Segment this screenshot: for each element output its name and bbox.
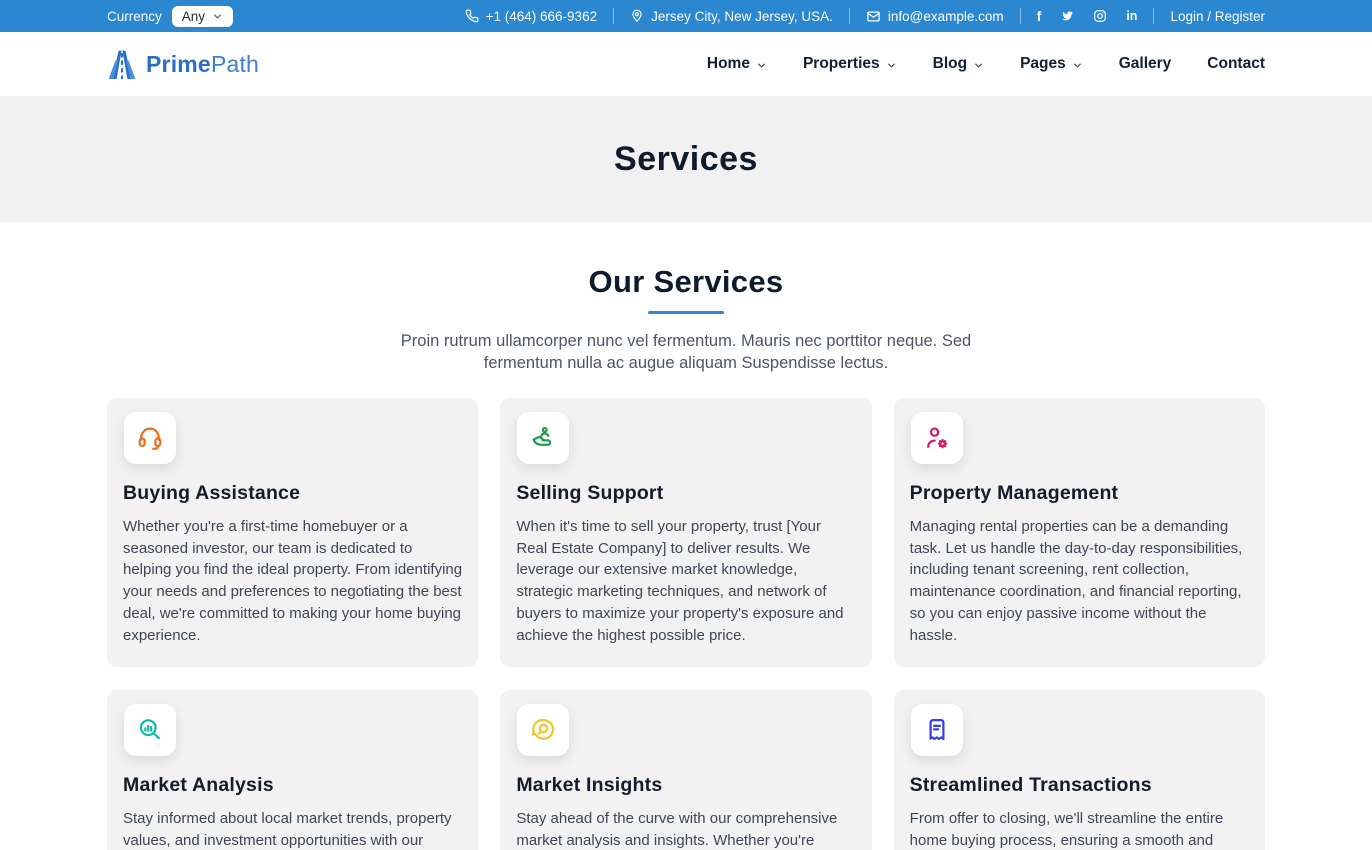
card-body: When it's time to sell your property, tr…	[516, 518, 844, 644]
nav-item-pages[interactable]: Pages	[1020, 55, 1083, 73]
icon-tile	[517, 412, 570, 464]
currency-dropdown[interactable]: Any	[171, 5, 234, 27]
service-card-market-analysis[interactable]: Market Analysis Stay informed about loca…	[107, 690, 479, 850]
page-title: Services	[614, 139, 758, 178]
icon-tile	[910, 704, 963, 757]
service-hand-icon	[532, 426, 552, 446]
service-card-selling-support[interactable]: Selling Support When it's time to sell y…	[500, 398, 872, 668]
site-header: PrimePath Home Properties Blog Pages Gal…	[0, 32, 1372, 96]
insight-search-icon	[532, 719, 555, 741]
phone-number: +1 (464) 666-9362	[485, 8, 598, 24]
search-chart-icon	[139, 719, 160, 740]
card-body: Stay informed about local market trends,…	[123, 810, 452, 849]
receipt-icon	[929, 719, 945, 741]
heading-underline	[648, 311, 724, 314]
headset-icon	[138, 427, 162, 450]
twitter-icon[interactable]	[1060, 9, 1074, 23]
divider	[1019, 8, 1021, 24]
brand-name: PrimePath	[146, 50, 260, 77]
linkedin-icon[interactable]: in	[1126, 10, 1137, 23]
facebook-icon[interactable]: f	[1037, 9, 1042, 23]
divider	[613, 8, 615, 24]
service-card-property-management[interactable]: Property Management Managing rental prop…	[893, 398, 1265, 668]
chevron-down-icon	[887, 63, 895, 67]
road-logo-icon	[108, 50, 136, 79]
currency-value: Any	[181, 8, 206, 24]
brand-logo[interactable]: PrimePath	[107, 46, 259, 82]
icon-tile	[124, 412, 176, 464]
nav-item-blog[interactable]: Blog	[933, 55, 984, 73]
card-body: Managing rental properties can be a dema…	[909, 518, 1243, 644]
section-heading: Our Services	[588, 264, 784, 299]
service-card-buying-assistance[interactable]: Buying Assistance Whether you're a first…	[107, 398, 479, 668]
phone-icon	[465, 9, 479, 23]
section-subtitle: Proin rutrum ullamcorper nunc vel fermen…	[400, 332, 972, 372]
service-cards-grid: Buying Assistance Whether you're a first…	[107, 398, 1265, 850]
divider	[848, 8, 850, 24]
services-section: Our Services Proin rutrum ullamcorper nu…	[0, 222, 1372, 850]
card-title: Buying Assistance	[123, 482, 301, 504]
service-card-market-insights[interactable]: Market Insights Stay ahead of the curve …	[500, 690, 872, 850]
page-banner: Services	[0, 96, 1372, 222]
card-title: Selling Support	[516, 482, 664, 504]
user-gear-icon	[926, 427, 947, 449]
card-title: Property Management	[909, 482, 1119, 504]
divider	[1153, 8, 1155, 24]
card-body: Stay ahead of the curve with our compreh…	[516, 810, 838, 849]
location-text: Jersey City, New Jersey, USA.	[651, 8, 833, 24]
main-nav: Home Properties Blog Pages Gallery Conta…	[707, 55, 1265, 73]
chevron-down-icon	[975, 63, 982, 67]
currency-label: Currency	[107, 8, 162, 24]
icon-tile	[910, 412, 963, 464]
chevron-down-icon	[1073, 63, 1081, 67]
email-icon	[867, 11, 880, 21]
location-item: Jersey City, New Jersey, USA.	[630, 9, 833, 24]
card-body: From offer to closing, we'll streamline …	[909, 810, 1224, 849]
location-pin-icon	[632, 9, 642, 22]
email-link[interactable]: info@example.com	[866, 9, 1004, 24]
icon-tile	[517, 704, 570, 757]
email-text: info@example.com	[887, 8, 1004, 24]
icon-tile	[124, 704, 176, 757]
top-bar: Currency Any +1 (464) 666-9362 Jersey Ci…	[0, 0, 1372, 32]
card-title: Market Analysis	[123, 774, 274, 797]
chevron-down-icon	[758, 63, 765, 67]
card-body: Whether you're a first-time homebuyer or…	[123, 518, 463, 644]
nav-item-home[interactable]: Home	[707, 55, 767, 73]
service-card-streamlined-transactions[interactable]: Streamlined Transactions From offer to c…	[893, 690, 1265, 850]
card-title: Market Insights	[516, 774, 663, 797]
login-register-link[interactable]: Login / Register	[1170, 9, 1265, 24]
phone-link[interactable]: +1 (464) 666-9362	[465, 9, 597, 24]
nav-item-contact[interactable]: Contact	[1207, 55, 1265, 73]
card-title: Streamlined Transactions	[909, 774, 1152, 797]
nav-item-gallery[interactable]: Gallery	[1119, 55, 1172, 73]
instagram-icon[interactable]	[1093, 9, 1107, 23]
nav-item-properties[interactable]: Properties	[803, 55, 897, 73]
chevron-down-icon	[214, 13, 221, 19]
